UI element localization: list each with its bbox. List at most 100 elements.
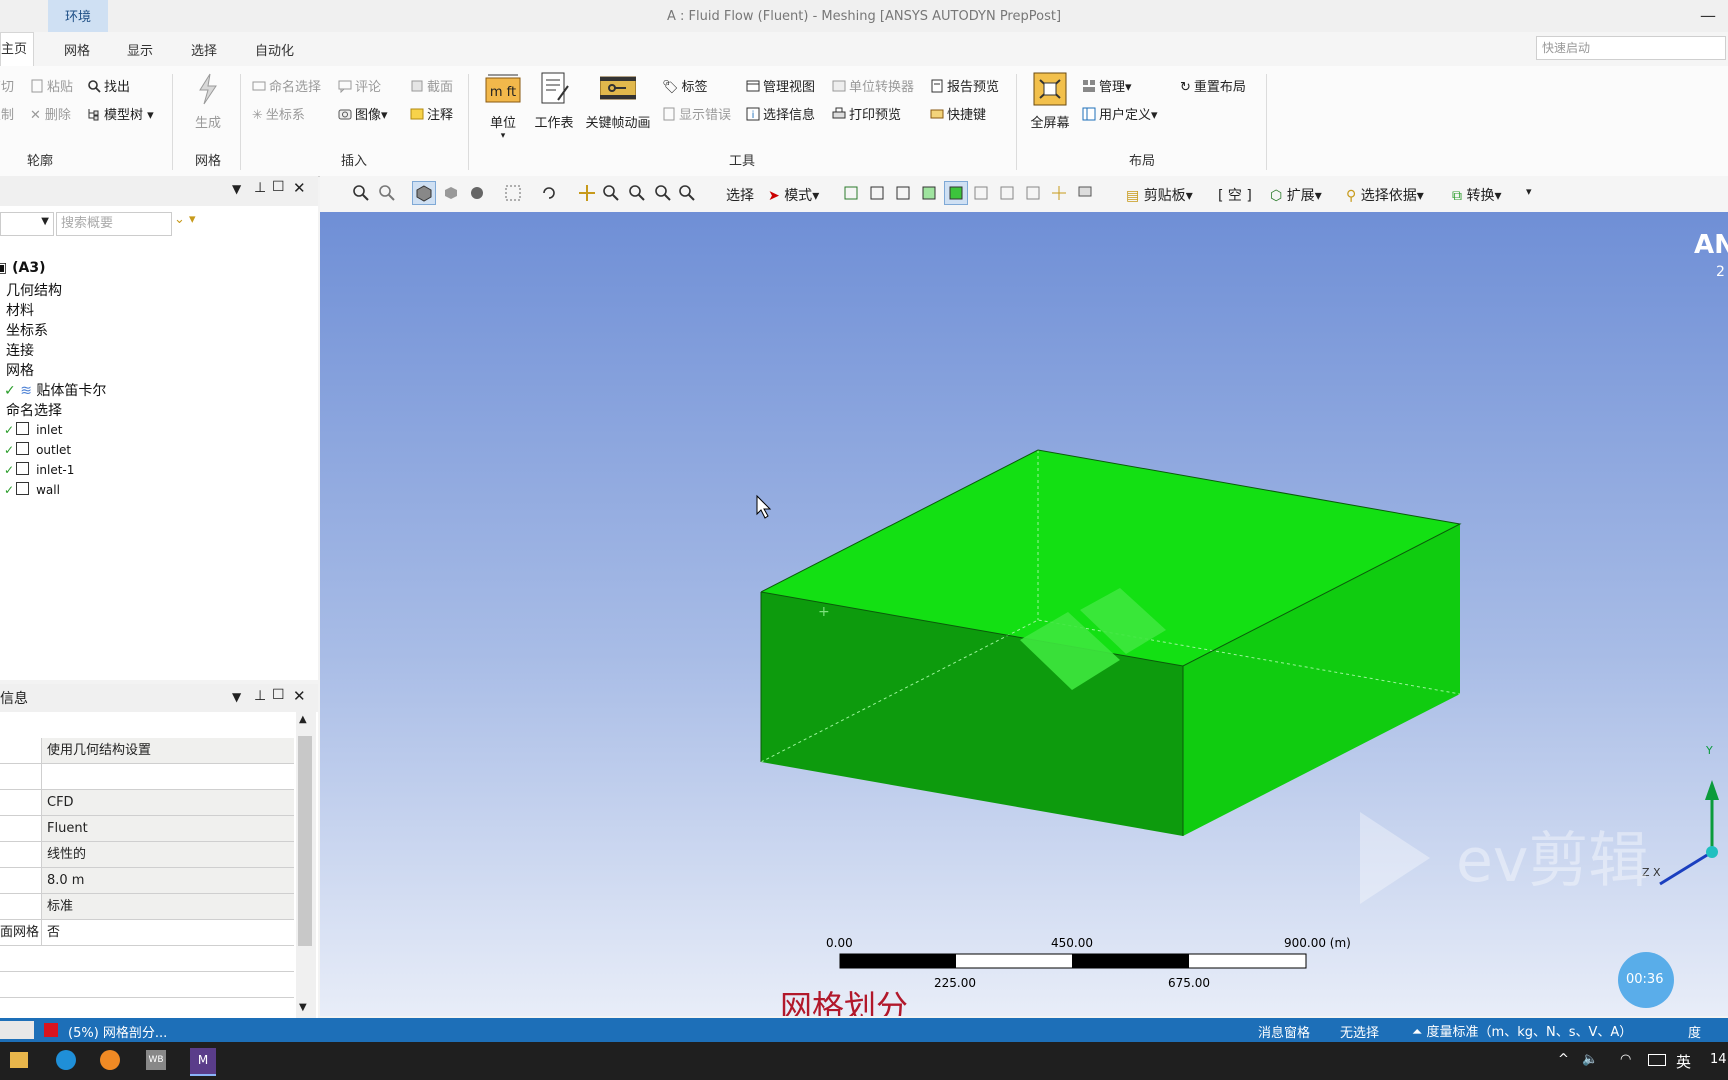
box-select-icon[interactable] xyxy=(504,184,522,202)
tray-chevron-icon[interactable]: ^ xyxy=(1558,1052,1569,1067)
tree-item-outlet[interactable]: ✓ outlet xyxy=(4,442,71,457)
tree-item-coordinates[interactable]: 坐标系 xyxy=(6,320,48,340)
coordinate-system-button[interactable]: ✳ 坐标系 xyxy=(252,104,305,123)
scroll-thumb[interactable] xyxy=(298,736,312,946)
search-options-icon[interactable]: ⌄ ▾ xyxy=(174,212,196,227)
volume-icon[interactable]: 🔈 xyxy=(1582,1052,1598,1067)
generate-button[interactable]: 生成 xyxy=(186,72,230,131)
manage-views-button[interactable]: 管理视图 xyxy=(746,76,815,95)
tab-home[interactable]: 主页 xyxy=(0,32,35,68)
find-button[interactable]: 找出 xyxy=(87,76,130,95)
manage-button[interactable]: 管理▾ xyxy=(1082,76,1132,95)
graphics-viewport[interactable]: + AN 2 Y Z X 0.00 450.00 900.00 (m) 225.… xyxy=(320,212,1728,1016)
annotation-button[interactable]: 注释 xyxy=(410,104,453,123)
details-row[interactable]: 线性的 xyxy=(0,842,294,868)
messages-pane-button[interactable]: 消息窗格 xyxy=(1258,1022,1310,1041)
close-icon[interactable]: ✕ xyxy=(293,179,306,197)
firefox-icon[interactable] xyxy=(100,1050,120,1070)
print-preview-button[interactable]: 打印预览 xyxy=(832,104,901,123)
named-selection-button[interactable]: 命名选择 xyxy=(252,76,321,95)
edge-browser-icon[interactable] xyxy=(56,1050,76,1070)
units-status[interactable]: ⏶ 度量标准（m、kg、N、s、V、A） xyxy=(1412,1021,1632,1040)
copy-button[interactable]: 复制 xyxy=(0,104,14,123)
stop-icon[interactable] xyxy=(44,1023,58,1037)
battery-icon[interactable] xyxy=(1648,1054,1666,1066)
unit-converter-button[interactable]: 单位转换器 xyxy=(832,76,914,95)
tab-selection[interactable]: 选择 xyxy=(191,40,217,59)
select-mesh-icon[interactable] xyxy=(1024,184,1042,202)
units-button[interactable]: m ft 单位 ▾ xyxy=(481,72,525,141)
selection-info-button[interactable]: i 选择信息 xyxy=(746,104,815,123)
select-vertex-icon[interactable] xyxy=(842,184,860,202)
keyframe-animation-button[interactable]: 关键帧动画 xyxy=(582,72,654,131)
pin-icon[interactable]: ⊥ xyxy=(254,688,266,704)
workbench-icon[interactable]: WB xyxy=(146,1050,166,1070)
details-row[interactable]: Fluent xyxy=(0,816,294,842)
comment-button[interactable]: 评论 xyxy=(338,76,381,95)
zoom-icon[interactable] xyxy=(378,184,396,202)
wifi-icon[interactable]: ◠ xyxy=(1620,1052,1631,1067)
tab-mesh[interactable]: 网格 xyxy=(64,40,90,59)
pane-menu-icon[interactable]: ▼ xyxy=(232,690,241,704)
tree-item-materials[interactable]: 材料 xyxy=(6,300,34,320)
tag-select-icon[interactable] xyxy=(1076,184,1094,202)
outline-search-input[interactable]: 搜索概要 xyxy=(56,212,172,236)
zoom-fit-icon[interactable] xyxy=(352,184,370,202)
details-row[interactable]: 面网格否 xyxy=(0,920,294,946)
close-icon[interactable]: ✕ xyxy=(293,687,306,705)
tree-item-inlet-1[interactable]: ✓ inlet-1 xyxy=(4,462,74,477)
zoom-box-icon[interactable] xyxy=(628,184,646,202)
tree-item-geometry[interactable]: 几何结构 xyxy=(6,280,62,300)
magnifier-icon[interactable] xyxy=(678,184,696,202)
report-preview-button[interactable]: 报告预览 xyxy=(930,76,999,95)
tab-automation[interactable]: 自动化 xyxy=(255,40,294,59)
cube-icon[interactable] xyxy=(442,184,460,202)
user-defined-button[interactable]: 用户定义▾ xyxy=(1082,104,1158,123)
fullscreen-button[interactable]: 全屏幕 xyxy=(1026,72,1074,131)
select-label[interactable]: 选择 xyxy=(726,185,754,205)
maximize-icon[interactable]: ☐ xyxy=(272,687,285,703)
file-explorer-icon[interactable] xyxy=(10,1052,28,1068)
details-scrollbar[interactable]: ▲ ▼ xyxy=(296,712,316,1018)
tree-item-inlet[interactable]: ✓ inlet xyxy=(4,422,62,437)
scroll-up-icon[interactable]: ▲ xyxy=(299,714,307,725)
clipboard-button[interactable]: ▤ 剪贴板▾ xyxy=(1126,185,1193,205)
minimize-button[interactable]: — xyxy=(1700,6,1716,25)
tree-item-named-selections[interactable]: 命名选择 xyxy=(6,400,62,420)
select-edge-icon[interactable] xyxy=(868,184,886,202)
section-button[interactable]: 截面 xyxy=(410,76,453,95)
outline-filter-dropdown[interactable]: ▼ xyxy=(0,212,54,236)
tree-item-connections[interactable]: 连接 xyxy=(6,340,34,360)
pin-icon[interactable]: ⊥ xyxy=(254,180,266,196)
tree-item-cartesian[interactable]: ✓ ≋ 贴体笛卡尔 xyxy=(4,380,106,400)
pane-menu-icon[interactable]: ▼ xyxy=(232,182,241,196)
quick-launch-input[interactable]: 快速启动 xyxy=(1536,36,1726,60)
mode-button[interactable]: ➤ 模式▾ xyxy=(768,185,819,205)
worksheet-button[interactable]: 工作表 xyxy=(532,72,576,131)
meshing-app-icon[interactable]: M xyxy=(190,1048,216,1076)
tree-item-wall[interactable]: ✓ wall xyxy=(4,482,60,497)
zoom-to-fit-icon[interactable] xyxy=(654,184,672,202)
details-row[interactable] xyxy=(0,764,294,790)
rotate-icon[interactable] xyxy=(540,184,558,202)
show-errors-button[interactable]: 显示错误 xyxy=(662,104,731,123)
model-tree-button[interactable]: 模型树 ▾ xyxy=(87,104,154,123)
details-row[interactable]: 标准 xyxy=(0,894,294,920)
details-row[interactable]: 使用几何结构设置 xyxy=(0,738,294,764)
reset-layout-button[interactable]: ↻ 重置布局 xyxy=(1180,76,1246,95)
shortcut-keys-button[interactable]: 快捷键 xyxy=(930,104,986,123)
delete-button[interactable]: ✕ 删除 xyxy=(30,104,71,123)
maximize-icon[interactable]: ☐ xyxy=(272,179,285,195)
toolbar-overflow-icon[interactable]: ▾ xyxy=(1526,185,1532,198)
details-row[interactable]: 8.0 m xyxy=(0,868,294,894)
input-language-indicator[interactable]: 英 xyxy=(1676,1051,1691,1072)
tree-item-mesh[interactable]: 网格 xyxy=(6,360,34,380)
pan-icon[interactable] xyxy=(578,184,596,202)
image-button[interactable]: 图像▾ xyxy=(338,104,388,123)
sparkle-icon[interactable] xyxy=(1050,184,1068,202)
clock[interactable]: 14 xyxy=(1710,1052,1727,1067)
tag-button[interactable]: 🏷 标签 xyxy=(662,76,708,95)
scroll-down-icon[interactable]: ▼ xyxy=(299,1002,307,1013)
select-face-icon[interactable] xyxy=(894,184,912,202)
degree-status[interactable]: 度 xyxy=(1688,1022,1701,1041)
